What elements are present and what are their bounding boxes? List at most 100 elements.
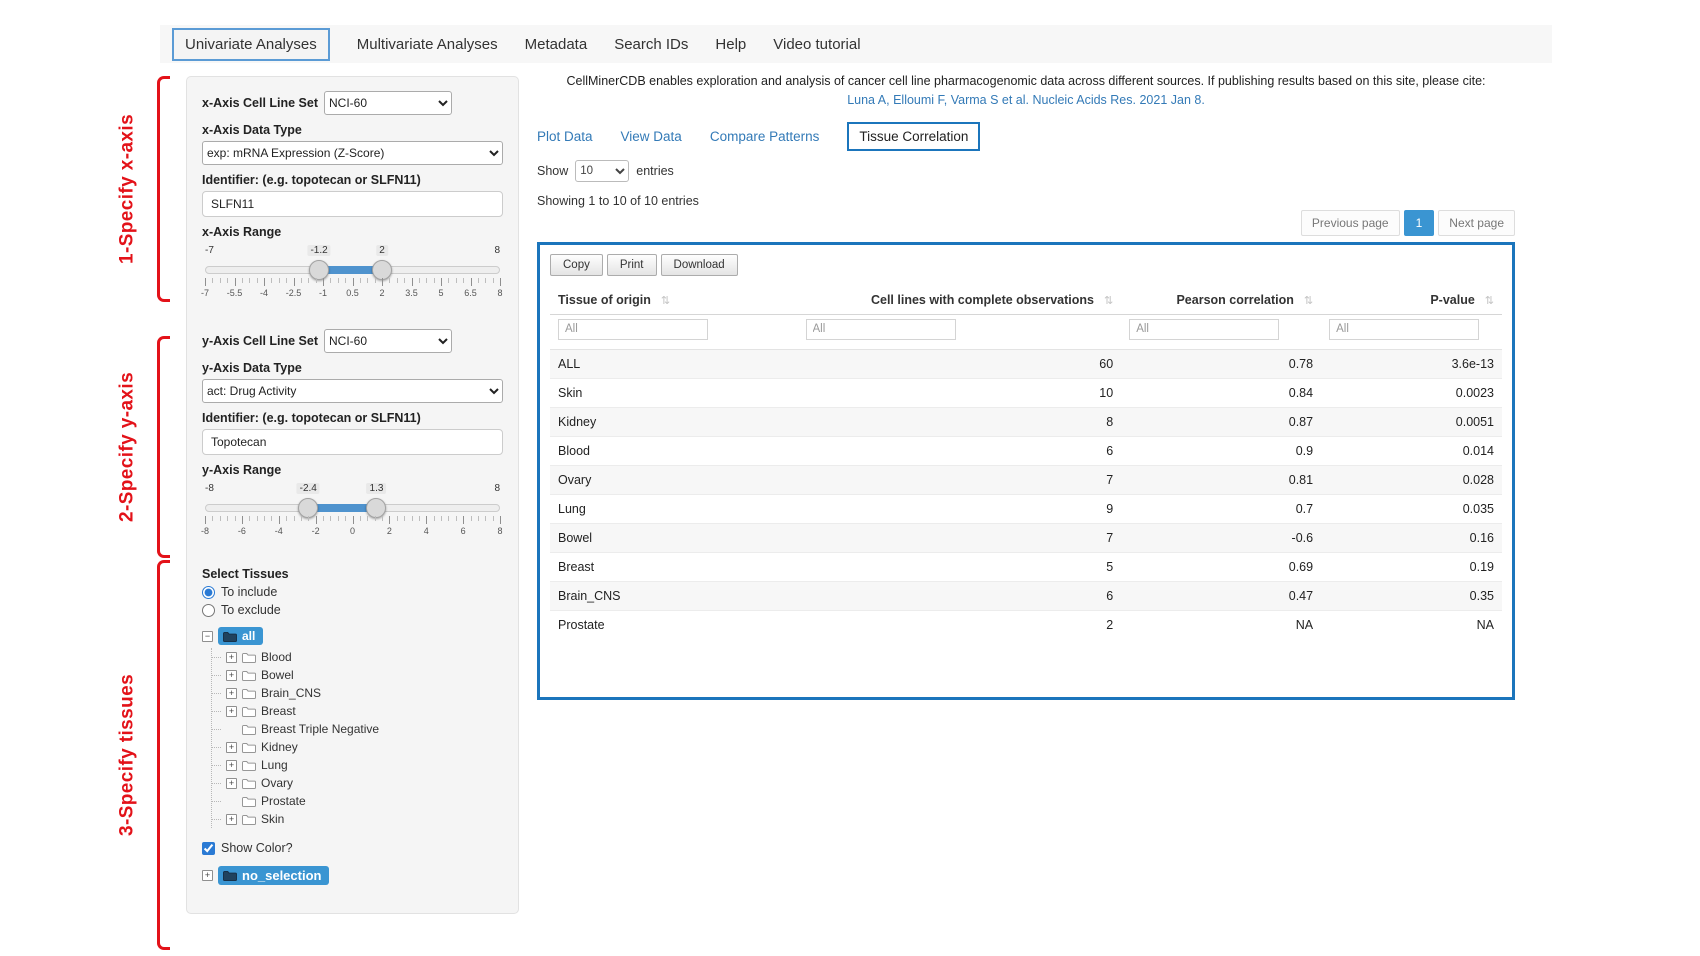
tissue-tree-root[interactable]: − all <box>202 627 503 645</box>
tissue-tree-item[interactable]: Prostate <box>224 792 503 810</box>
slider-handle-from[interactable] <box>309 260 329 280</box>
cell-p-value: 0.028 <box>1321 465 1502 494</box>
slider-tick-label: 0 <box>350 526 355 536</box>
radio-to-exclude-input[interactable] <box>202 604 215 617</box>
entries-select[interactable]: 10 <box>575 160 629 182</box>
tissue-tree-item-label: Ovary <box>261 774 293 792</box>
x-axis-range-slider[interactable]: -7 8 -1.2 2 -7-5.5-4-2.5-10.523.556.58 <box>205 245 500 301</box>
slider-handle-to[interactable] <box>366 498 386 518</box>
sort-icon[interactable]: ⇅ <box>1104 295 1113 307</box>
expand-icon[interactable]: + <box>226 814 237 825</box>
slider-tick-mark <box>485 278 486 283</box>
expand-icon[interactable]: + <box>226 652 237 663</box>
table-row[interactable]: Skin 10 0.84 0.0023 <box>550 378 1502 407</box>
tissue-tree-item[interactable]: + Kidney <box>224 738 503 756</box>
table-row[interactable]: Bowel 7 -0.6 0.16 <box>550 523 1502 552</box>
previous-page-button[interactable]: Previous page <box>1301 210 1400 236</box>
y-cell-line-set-select[interactable]: NCI-60 <box>324 329 452 353</box>
table-row[interactable]: Brain_CNS 6 0.47 0.35 <box>550 581 1502 610</box>
nav-tab-video-tutorial[interactable]: Video tutorial <box>773 36 860 53</box>
filter-tissue-of-origin-input[interactable] <box>558 319 708 340</box>
tab-plot-data[interactable]: Plot Data <box>537 129 593 144</box>
column-header-pearson-correlation[interactable]: Pearson correlation⇅ <box>1121 286 1321 315</box>
nav-tab-search-ids[interactable]: Search IDs <box>614 36 688 53</box>
slider-tick-mark <box>419 516 420 521</box>
filter-p-value-input[interactable] <box>1329 319 1479 340</box>
tissue-tree-item[interactable]: + Brain_CNS <box>224 684 503 702</box>
next-page-button[interactable]: Next page <box>1438 210 1515 236</box>
tissue-tree-item[interactable]: + Skin <box>224 810 503 828</box>
tissue-tree-item[interactable]: + Ovary <box>224 774 503 792</box>
y-identifier-input[interactable] <box>202 429 503 455</box>
tissue-tree-item-label: Blood <box>261 648 292 666</box>
radio-to-include-input[interactable] <box>202 586 215 599</box>
tissue-tree-item[interactable]: + Blood <box>224 648 503 666</box>
nav-tab-metadata[interactable]: Metadata <box>525 36 588 53</box>
y-axis-range-slider[interactable]: -8 8 -2.4 1.3 -8-6-4-202468 <box>205 483 500 539</box>
table-row[interactable]: Ovary 7 0.81 0.028 <box>550 465 1502 494</box>
citation-text: CellMinerCDB enables exploration and ana… <box>537 72 1515 91</box>
no-selection-selected-node[interactable]: no_selection <box>218 866 329 885</box>
nav-tab-univariate-analyses[interactable]: Univariate Analyses <box>172 28 330 61</box>
citation-link[interactable]: Luna A, Elloumi F, Varma S et al. Nuclei… <box>847 93 1205 107</box>
tissue-tree-item[interactable]: Breast Triple Negative <box>224 720 503 738</box>
tissue-tree-item[interactable]: + Breast <box>224 702 503 720</box>
slider-tick-mark <box>463 516 464 524</box>
page-1-button[interactable]: 1 <box>1404 210 1435 236</box>
slider-tick-mark <box>308 516 309 521</box>
tab-view-data[interactable]: View Data <box>621 129 682 144</box>
table-row[interactable]: Blood 6 0.9 0.014 <box>550 436 1502 465</box>
tab-tissue-correlation[interactable]: Tissue Correlation <box>847 122 980 151</box>
table-row[interactable]: Prostate 2 NA NA <box>550 610 1502 639</box>
expand-icon[interactable]: + <box>202 870 213 881</box>
show-color-row[interactable]: Show Color? <box>202 841 503 855</box>
nav-tab-help[interactable]: Help <box>715 36 746 53</box>
column-header-cell-lines[interactable]: Cell lines with complete observations⇅ <box>798 286 1122 315</box>
slider-tick-mark <box>412 516 413 521</box>
filter-pearson-correlation-input[interactable] <box>1129 319 1279 340</box>
sort-icon[interactable]: ⇅ <box>1304 295 1313 307</box>
x-cell-line-set-select[interactable]: NCI-60 <box>324 91 452 115</box>
radio-to-include[interactable]: To include <box>202 585 503 599</box>
no-selection-node[interactable]: + no_selection <box>202 866 503 885</box>
slider-ticks: -8-6-4-202468 <box>205 516 500 538</box>
expand-icon[interactable]: + <box>226 688 237 699</box>
table-export-button[interactable]: Download <box>661 254 738 276</box>
table-row[interactable]: Breast 5 0.69 0.19 <box>550 552 1502 581</box>
tissue-tree-item[interactable]: + Lung <box>224 756 503 774</box>
slider-tick-mark <box>375 278 376 283</box>
expand-icon[interactable]: + <box>226 778 237 789</box>
tab-compare-patterns[interactable]: Compare Patterns <box>710 129 820 144</box>
x-identifier-input[interactable] <box>202 191 503 217</box>
filter-cell-lines-input[interactable] <box>806 319 956 340</box>
expand-icon[interactable]: + <box>226 670 237 681</box>
table-row[interactable]: ALL 60 0.78 3.6e-13 <box>550 349 1502 378</box>
expand-icon[interactable]: + <box>226 706 237 717</box>
slider-handle-to[interactable] <box>372 260 392 280</box>
collapse-icon[interactable]: − <box>202 631 213 642</box>
y-data-type-select[interactable]: act: Drug Activity <box>202 379 503 403</box>
nav-tab-multivariate-analyses[interactable]: Multivariate Analyses <box>357 36 498 53</box>
tree-root-selected-node[interactable]: all <box>218 627 263 645</box>
expand-icon[interactable]: + <box>226 742 237 753</box>
slider-tick-mark <box>330 516 331 521</box>
slider-to-label: 2 <box>376 245 388 256</box>
slider-tick-mark <box>441 278 442 286</box>
cell-cell-lines: 7 <box>798 523 1122 552</box>
expand-icon[interactable]: + <box>226 760 237 771</box>
table-export-button[interactable]: Copy <box>550 254 603 276</box>
sort-icon[interactable]: ⇅ <box>661 295 670 307</box>
slider-handle-from[interactable] <box>298 498 318 518</box>
sort-icon[interactable]: ⇅ <box>1485 295 1494 307</box>
table-row[interactable]: Lung 9 0.7 0.035 <box>550 494 1502 523</box>
x-data-type-select[interactable]: exp: mRNA Expression (Z-Score) <box>202 141 503 165</box>
tissue-tree-item[interactable]: + Bowel <box>224 666 503 684</box>
table-row[interactable]: Kidney 8 0.87 0.0051 <box>550 407 1502 436</box>
table-export-button[interactable]: Print <box>607 254 657 276</box>
column-header-tissue-of-origin[interactable]: Tissue of origin⇅ <box>550 286 798 315</box>
cell-tissue-of-origin: Kidney <box>550 407 798 436</box>
show-color-checkbox[interactable] <box>202 842 215 855</box>
slider-tick-mark <box>249 278 250 283</box>
radio-to-exclude[interactable]: To exclude <box>202 603 503 617</box>
column-header-p-value[interactable]: P-value⇅ <box>1321 286 1502 315</box>
